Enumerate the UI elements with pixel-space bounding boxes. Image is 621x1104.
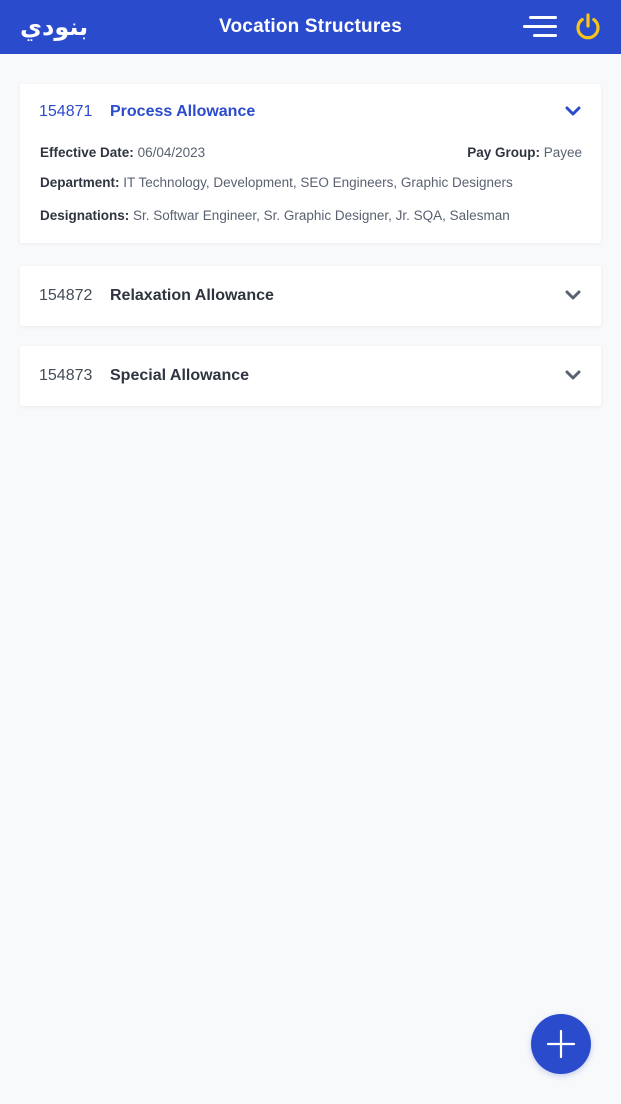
pay-group: Pay Group: Payee: [467, 138, 582, 168]
structure-details: Effective Date: 06/04/2023 Pay Group: Pa…: [20, 138, 601, 243]
structure-card-header[interactable]: 154873 Special Allowance: [20, 346, 601, 406]
structure-id: 154872: [39, 287, 93, 304]
plus-icon: [546, 1029, 576, 1059]
structure-name: Process Allowance: [110, 103, 256, 120]
add-structure-button[interactable]: [531, 1014, 591, 1074]
structure-name: Relaxation Allowance: [110, 287, 274, 304]
structure-name: Special Allowance: [110, 367, 250, 384]
department-label: Department:: [40, 175, 120, 190]
designations-row: Designations: Sr. Softwar Engineer, Sr. …: [40, 201, 582, 231]
effective-date-value: 06/04/2023: [137, 145, 206, 160]
structure-id: 154871: [39, 103, 93, 120]
hamburger-menu-icon[interactable]: [523, 13, 557, 41]
effective-date-row: Effective Date: 06/04/2023 Pay Group: Pa…: [40, 138, 582, 168]
power-icon[interactable]: [573, 12, 603, 42]
structure-card: 154871 Process Allowance Effective Date:…: [20, 84, 601, 243]
structure-card: 154873 Special Allowance: [20, 346, 601, 406]
pay-group-value: Payee: [543, 145, 582, 160]
chevron-down-icon[interactable]: [565, 290, 581, 302]
department-value: IT Technology, Development, SEO Engineer…: [123, 175, 513, 190]
structure-card-header[interactable]: 154872 Relaxation Allowance: [20, 266, 601, 326]
structure-card: 154872 Relaxation Allowance: [20, 266, 601, 326]
chevron-down-icon[interactable]: [565, 106, 581, 118]
effective-date-label: Effective Date:: [40, 145, 134, 160]
department-row: Department: IT Technology, Development, …: [40, 168, 582, 198]
designations-value: Sr. Softwar Engineer, Sr. Graphic Design…: [133, 208, 510, 223]
pay-group-label: Pay Group:: [467, 145, 540, 160]
designations-label: Designations:: [40, 208, 130, 223]
chevron-down-icon[interactable]: [565, 370, 581, 382]
structure-id: 154873: [39, 367, 93, 384]
top-bar: بنودي Vocation Structures: [0, 0, 621, 54]
structure-card-header[interactable]: 154871 Process Allowance: [20, 84, 601, 142]
